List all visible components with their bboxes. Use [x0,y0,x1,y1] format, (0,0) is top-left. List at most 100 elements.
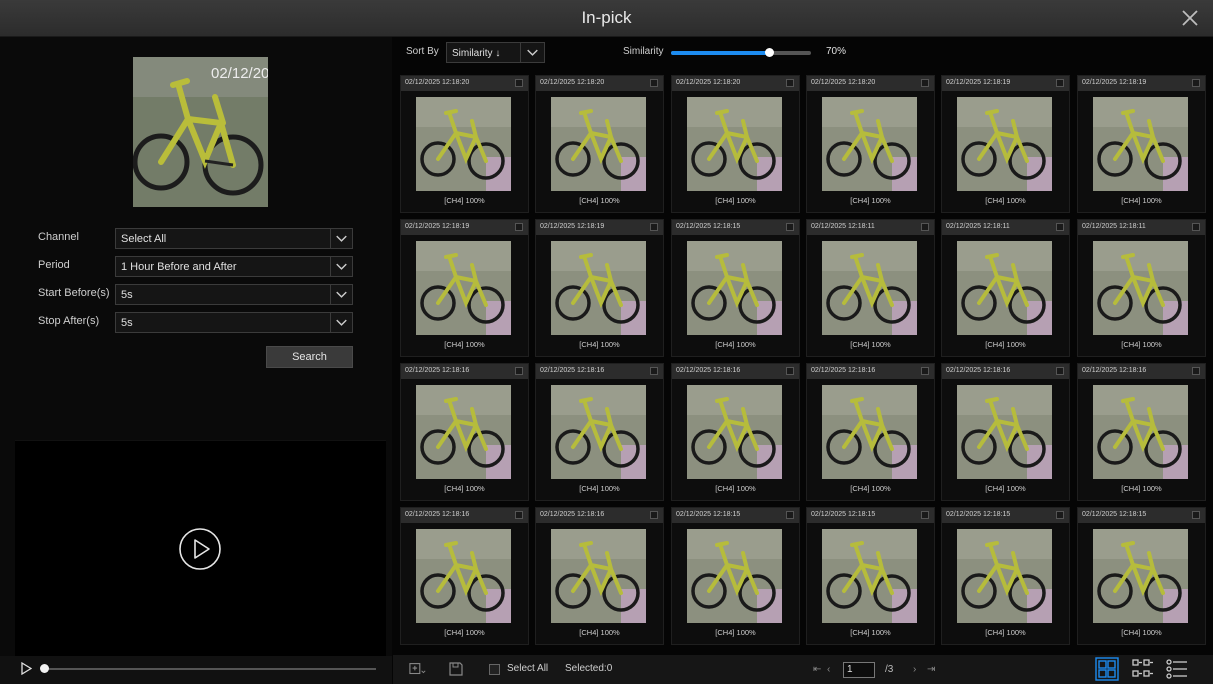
close-icon[interactable] [1179,7,1201,29]
result-thumbnail[interactable] [957,241,1052,335]
result-thumbnail[interactable] [416,241,511,335]
playback-progress-track[interactable] [44,668,376,670]
result-checkbox[interactable] [1056,223,1064,231]
result-card[interactable]: 02/12/2025 12:18:11 [CH4] 100% [1077,219,1206,357]
prev-page-icon[interactable]: ‹ [827,664,830,675]
result-thumbnail[interactable] [416,529,511,623]
save-icon[interactable] [447,661,465,677]
result-thumbnail[interactable] [551,97,646,191]
result-thumbnail[interactable] [687,385,782,479]
result-checkbox[interactable] [650,223,658,231]
result-checkbox[interactable] [650,367,658,375]
chevron-down-icon[interactable] [330,229,352,248]
result-card[interactable]: 02/12/2025 12:18:15 [CH4] 100% [941,507,1070,645]
result-thumbnail[interactable] [957,97,1052,191]
result-checkbox[interactable] [786,223,794,231]
result-thumbnail[interactable] [1093,97,1188,191]
result-card[interactable]: 02/12/2025 12:18:20 [CH4] 100% [671,75,800,213]
result-thumbnail[interactable] [687,97,782,191]
chevron-down-icon[interactable] [330,285,352,304]
result-card[interactable]: 02/12/2025 12:18:16 [CH4] 100% [806,363,935,501]
result-card[interactable]: 02/12/2025 12:18:16 [CH4] 100% [941,363,1070,501]
result-thumbnail[interactable] [687,241,782,335]
result-thumbnail[interactable] [551,529,646,623]
result-thumbnail[interactable] [551,241,646,335]
result-card[interactable]: 02/12/2025 12:18:19 [CH4] 100% [400,219,529,357]
result-thumbnail[interactable] [416,97,511,191]
result-thumbnail[interactable] [1093,385,1188,479]
result-card[interactable]: 02/12/2025 12:18:19 [CH4] 100% [941,75,1070,213]
result-card[interactable]: 02/12/2025 12:18:19 [CH4] 100% [1077,75,1206,213]
result-checkbox[interactable] [921,367,929,375]
result-checkbox[interactable] [1192,367,1200,375]
result-checkbox[interactable] [515,367,523,375]
result-card[interactable]: 02/12/2025 12:18:11 [CH4] 100% [941,219,1070,357]
sort-select[interactable]: Similarity ↓ [446,42,545,63]
result-card[interactable]: 02/12/2025 12:18:16 [CH4] 100% [535,507,664,645]
result-checkbox[interactable] [1192,79,1200,87]
result-card[interactable]: 02/12/2025 12:18:15 [CH4] 100% [671,219,800,357]
select-all-label[interactable]: Select All [507,663,548,674]
grid-view-icon[interactable] [1095,657,1119,681]
stop-after-select[interactable]: 5s [115,312,353,333]
result-thumbnail[interactable] [416,385,511,479]
chevron-down-icon[interactable] [330,257,352,276]
result-card[interactable]: 02/12/2025 12:18:16 [CH4] 100% [671,363,800,501]
thumb-list-view-icon[interactable] [1131,657,1155,681]
result-checkbox[interactable] [1056,511,1064,519]
result-checkbox[interactable] [921,79,929,87]
result-card[interactable]: 02/12/2025 12:18:20 [CH4] 100% [400,75,529,213]
result-checkbox[interactable] [1056,367,1064,375]
last-page-icon[interactable]: ⇥ [927,664,935,675]
result-card[interactable]: 02/12/2025 12:18:16 [CH4] 100% [535,363,664,501]
result-checkbox[interactable] [786,79,794,87]
result-checkbox[interactable] [1192,511,1200,519]
result-thumbnail[interactable] [1093,529,1188,623]
channel-select[interactable]: Select All [115,228,353,249]
result-thumbnail[interactable] [822,385,917,479]
chevron-down-icon[interactable] [330,313,352,332]
play-icon[interactable] [178,527,222,571]
result-checkbox[interactable] [515,223,523,231]
result-checkbox[interactable] [515,79,523,87]
result-card[interactable]: 02/12/2025 12:18:16 [CH4] 100% [400,507,529,645]
result-thumbnail[interactable] [687,529,782,623]
first-page-icon[interactable]: ⇤ [813,664,821,675]
select-all-checkbox[interactable] [489,664,500,675]
result-thumbnail[interactable] [1093,241,1188,335]
next-page-icon[interactable]: › [913,664,916,675]
chevron-down-icon[interactable] [520,43,544,62]
result-thumbnail[interactable] [551,385,646,479]
result-thumbnail[interactable] [822,529,917,623]
similarity-knob[interactable] [765,48,774,57]
result-checkbox[interactable] [786,367,794,375]
page-input[interactable]: 1 [843,662,875,678]
result-card[interactable]: 02/12/2025 12:18:20 [CH4] 100% [806,75,935,213]
result-thumbnail[interactable] [822,241,917,335]
result-thumbnail[interactable] [957,385,1052,479]
result-thumbnail[interactable] [822,97,917,191]
result-checkbox[interactable] [1192,223,1200,231]
list-view-icon[interactable] [1165,657,1189,681]
result-card[interactable]: 02/12/2025 12:18:15 [CH4] 100% [806,507,935,645]
similarity-slider[interactable] [671,48,811,57]
result-thumbnail[interactable] [957,529,1052,623]
result-card[interactable]: 02/12/2025 12:18:11 [CH4] 100% [806,219,935,357]
result-card[interactable]: 02/12/2025 12:18:16 [CH4] 100% [400,363,529,501]
result-checkbox[interactable] [1056,79,1064,87]
video-player[interactable] [15,440,386,658]
result-checkbox[interactable] [921,511,929,519]
result-checkbox[interactable] [650,511,658,519]
result-card[interactable]: 02/12/2025 12:18:15 [CH4] 100% [671,507,800,645]
period-select[interactable]: 1 Hour Before and After [115,256,353,277]
result-card[interactable]: 02/12/2025 12:18:19 [CH4] 100% [535,219,664,357]
result-card[interactable]: 02/12/2025 12:18:16 [CH4] 100% [1077,363,1206,501]
result-checkbox[interactable] [515,511,523,519]
result-card[interactable]: 02/12/2025 12:18:15 [CH4] 100% [1077,507,1206,645]
playback-progress-knob[interactable] [40,664,49,673]
result-card[interactable]: 02/12/2025 12:18:20 [CH4] 100% [535,75,664,213]
export-icon[interactable] [409,661,427,677]
result-checkbox[interactable] [786,511,794,519]
start-before-select[interactable]: 5s [115,284,353,305]
result-checkbox[interactable] [921,223,929,231]
